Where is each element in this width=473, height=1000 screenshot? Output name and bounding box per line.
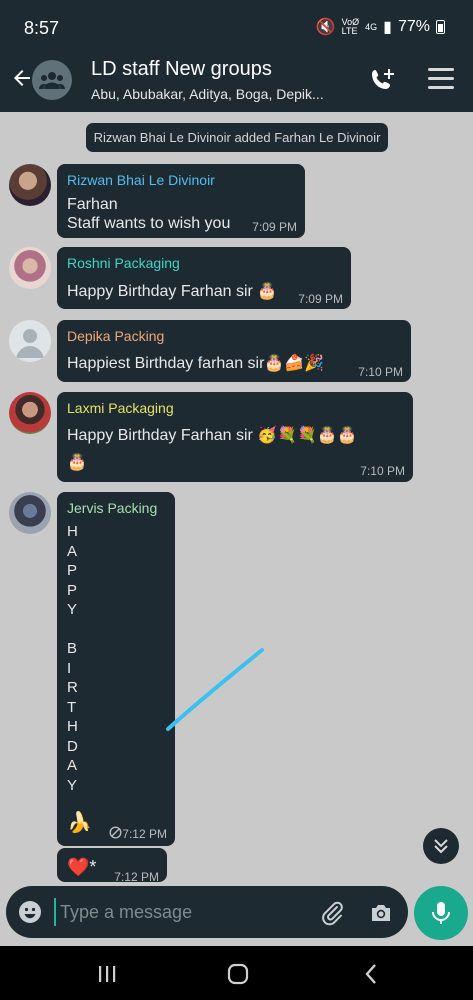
message-input[interactable] (54, 898, 294, 926)
scroll-to-bottom-button[interactable] (423, 828, 459, 864)
system-navigation-bar (0, 946, 473, 1000)
attach-icon[interactable] (320, 900, 346, 926)
home-icon[interactable] (225, 962, 251, 986)
emoji-icon[interactable] (18, 900, 42, 924)
double-chevron-down-icon (434, 839, 448, 854)
camera-icon[interactable] (368, 900, 394, 926)
microphone-icon (432, 902, 450, 924)
scribble-line (166, 648, 264, 731)
recent-apps-icon[interactable] (94, 962, 120, 986)
message-composer (6, 886, 408, 938)
voice-message-button[interactable] (414, 886, 468, 940)
back-icon[interactable] (358, 962, 384, 986)
